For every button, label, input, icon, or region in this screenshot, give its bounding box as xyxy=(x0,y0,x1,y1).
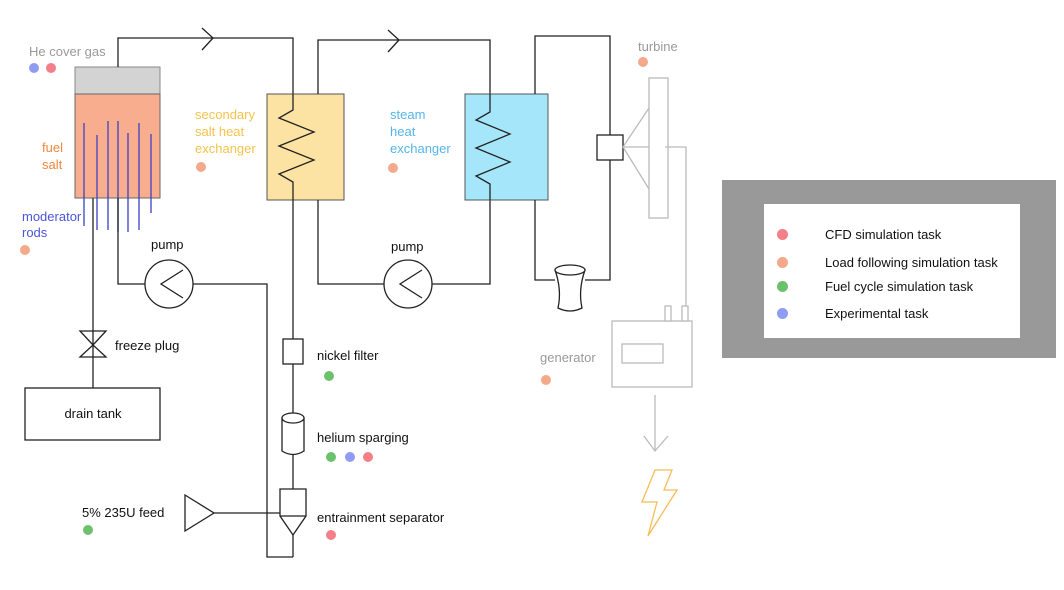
label-entrainment-separator: entrainment separator xyxy=(317,510,445,525)
label-drain-tank: drain tank xyxy=(64,406,122,421)
legend-label-cfd: CFD simulation task xyxy=(825,227,942,242)
legend-item-experimental: Experimental task xyxy=(764,304,1020,324)
label-steam-3: exchanger xyxy=(390,141,451,156)
helium-sparging-vessel xyxy=(281,412,305,456)
secondary-hot-leg-pipe xyxy=(317,39,491,94)
entrainment-separator-vessel xyxy=(279,488,307,537)
dot-cfd-he xyxy=(46,63,56,73)
pump-left-symbol xyxy=(144,259,194,309)
dot-load-turbine xyxy=(638,57,648,67)
label-feed: 5% 235U feed xyxy=(82,505,164,520)
lightning-bolt-icon xyxy=(641,469,679,537)
label-nickel-filter: nickel filter xyxy=(317,348,379,363)
dot-load-moderator xyxy=(20,245,30,255)
label-turbine: turbine xyxy=(638,39,678,54)
label-pump-right: pump xyxy=(391,239,424,254)
pump-right-symbol xyxy=(383,259,433,309)
label-fuel: fuel xyxy=(42,140,63,155)
primary-cold-leg-pipe xyxy=(117,198,293,558)
legend-dot-experimental xyxy=(777,308,788,319)
legend-dot-cfd xyxy=(777,229,788,240)
flow-arrow-primary xyxy=(201,27,214,51)
dot-fuel-sparging xyxy=(326,452,336,462)
he-cover-gas-plenum xyxy=(74,66,161,95)
label-he-cover-gas: He cover gas xyxy=(29,44,106,59)
label-pump-left: pump xyxy=(151,237,184,252)
legend-dot-fuel-cycle xyxy=(777,281,788,292)
legend: CFD simulation task Load following simul… xyxy=(764,204,1020,338)
label-secondary-3: exchanger xyxy=(195,141,256,156)
dot-experimental-he xyxy=(29,63,39,73)
dot-cfd-sparging xyxy=(363,452,373,462)
power-output-arrow xyxy=(643,395,669,453)
flow-arrow-secondary xyxy=(387,29,400,53)
label-rods: rods xyxy=(22,225,48,240)
nickel-filter-box xyxy=(282,338,304,365)
secondary-heat-exchanger xyxy=(266,93,345,201)
dot-cfd-separator xyxy=(326,530,336,540)
legend-dot-load-following xyxy=(777,257,788,268)
dot-load-generator xyxy=(541,375,551,385)
legend-item-cfd: CFD simulation task xyxy=(764,225,1020,245)
legend-label-experimental: Experimental task xyxy=(825,306,929,321)
legend-label-fuel-cycle: Fuel cycle simulation task xyxy=(825,279,974,294)
generator-symbol xyxy=(611,305,693,388)
condensate-pipe xyxy=(534,200,555,281)
dot-load-secondary-hx xyxy=(196,162,206,172)
turbine-symbol xyxy=(622,77,687,306)
dot-fuel-nickel-filter xyxy=(324,371,334,381)
dot-load-steam-hx xyxy=(388,163,398,173)
label-helium-sparging: helium sparging xyxy=(317,430,409,445)
condensate-return-pipe xyxy=(585,160,611,281)
label-secondary-2: salt heat xyxy=(195,124,245,139)
feed-triangle xyxy=(184,493,216,533)
dot-fuel-feed xyxy=(83,525,93,535)
legend-label-load-following: Load following simulation task xyxy=(825,255,998,270)
label-moderator: moderator xyxy=(22,209,82,224)
label-generator: generator xyxy=(540,350,596,365)
condenser-symbol xyxy=(554,264,586,312)
turbine-inlet-box xyxy=(596,134,624,161)
label-secondary-1: secondary xyxy=(195,107,255,122)
legend-item-fuel-cycle: Fuel cycle simulation task xyxy=(764,277,1020,297)
legend-item-load-following: Load following simulation task xyxy=(764,253,1020,273)
label-steam-2: heat xyxy=(390,124,416,139)
label-steam-1: steam xyxy=(390,107,425,122)
label-salt: salt xyxy=(42,157,63,172)
dot-experimental-sparging xyxy=(345,452,355,462)
label-freeze-plug: freeze plug xyxy=(115,338,179,353)
